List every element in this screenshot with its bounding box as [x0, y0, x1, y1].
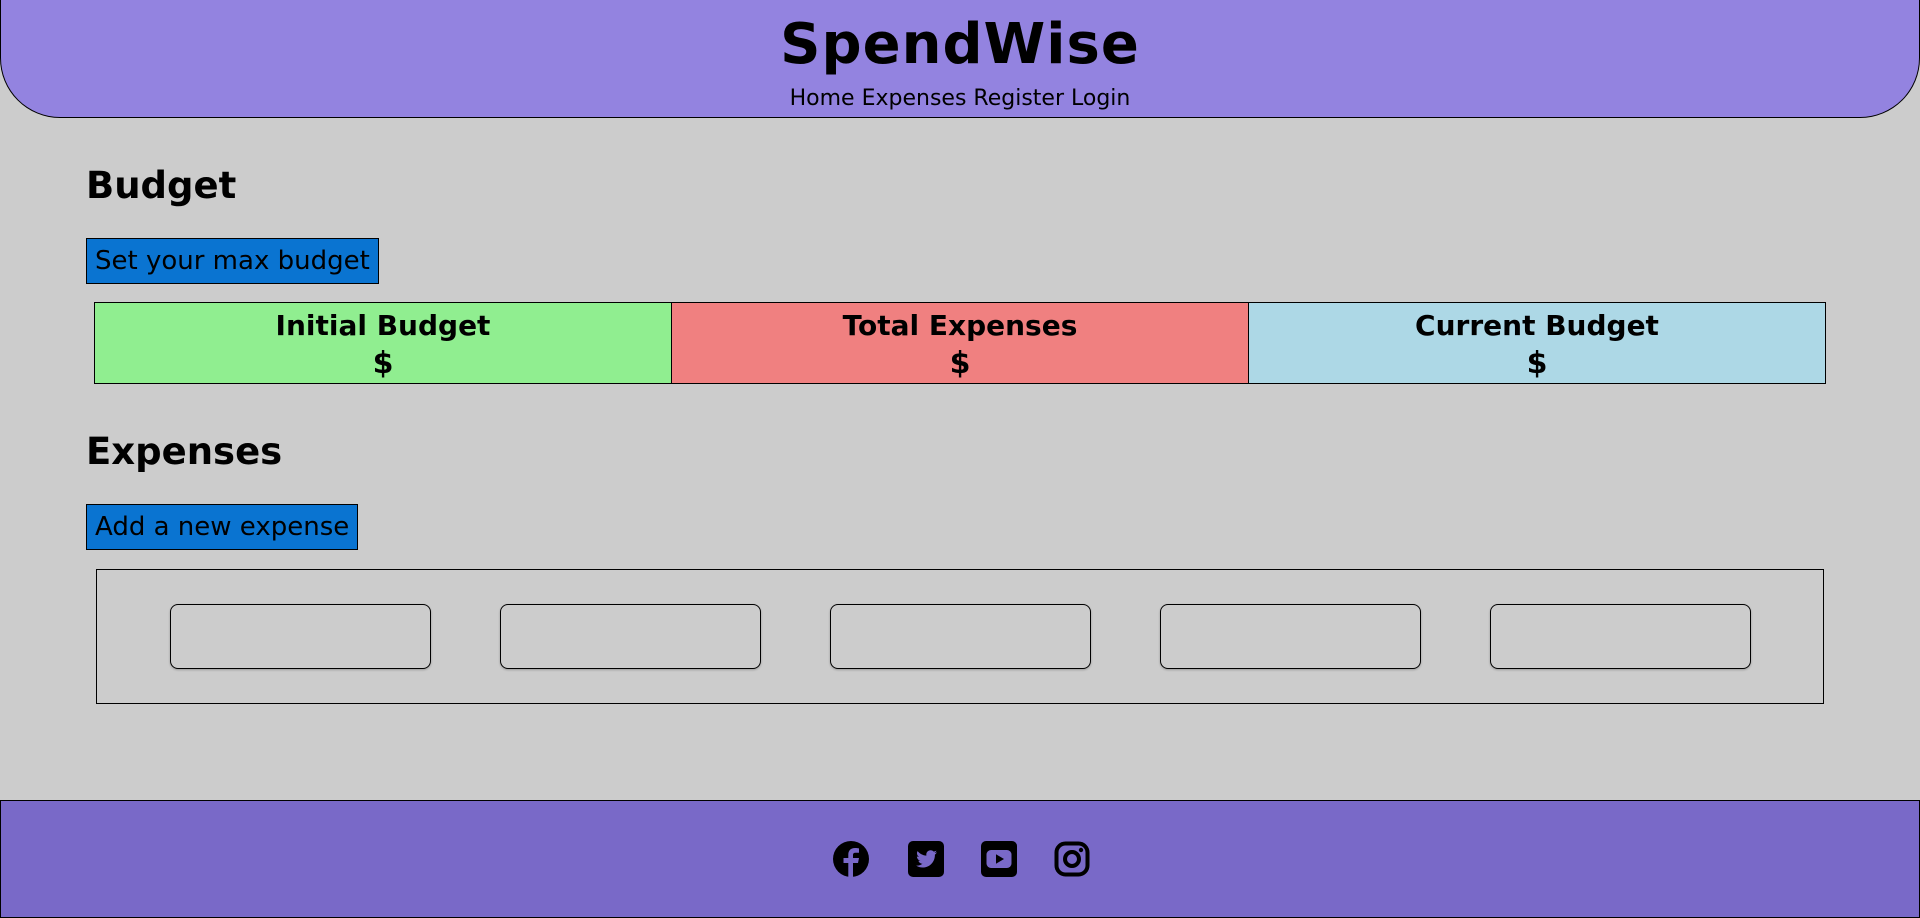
initial-budget-cell: Initial Budget $ — [95, 303, 672, 383]
expense-form — [96, 569, 1824, 704]
youtube-icon[interactable] — [980, 840, 1018, 878]
current-budget-label: Current Budget — [1415, 309, 1659, 342]
total-expenses-cell: Total Expenses $ — [672, 303, 1249, 383]
budget-heading: Budget — [86, 164, 237, 207]
nav-register-link[interactable]: Register — [973, 84, 1064, 114]
main-nav: Home Expenses Register Login — [1, 84, 1919, 114]
add-expense-button[interactable]: Add a new expense — [86, 504, 359, 550]
facebook-icon[interactable] — [832, 840, 870, 878]
expense-field-1[interactable] — [170, 604, 431, 669]
nav-expenses-link[interactable]: Expenses — [862, 84, 967, 114]
initial-budget-label: Initial Budget — [275, 309, 491, 342]
instagram-icon[interactable] — [1053, 840, 1091, 878]
brand-title: SpendWise — [780, 12, 1140, 77]
expenses-heading: Expenses — [86, 430, 283, 473]
set-max-budget-button[interactable]: Set your max budget — [86, 238, 379, 284]
budget-summary: Initial Budget $ Total Expenses $ Curren… — [94, 302, 1826, 384]
expense-field-4[interactable] — [1160, 604, 1421, 669]
total-expenses-label: Total Expenses — [842, 309, 1078, 342]
total-expenses-amount: $ — [949, 346, 971, 381]
nav-home-link[interactable]: Home — [790, 84, 855, 114]
current-budget-amount: $ — [1526, 346, 1548, 381]
expense-field-3[interactable] — [830, 604, 1091, 669]
initial-budget-amount: $ — [372, 346, 394, 381]
current-budget-cell: Current Budget $ — [1249, 303, 1825, 383]
site-header: SpendWise Home Expenses Register Login — [0, 0, 1920, 118]
expense-field-2[interactable] — [500, 604, 761, 669]
nav-login-link[interactable]: Login — [1071, 84, 1130, 114]
expense-field-5[interactable] — [1490, 604, 1751, 669]
site-footer — [0, 800, 1920, 918]
twitter-icon[interactable] — [907, 840, 945, 878]
